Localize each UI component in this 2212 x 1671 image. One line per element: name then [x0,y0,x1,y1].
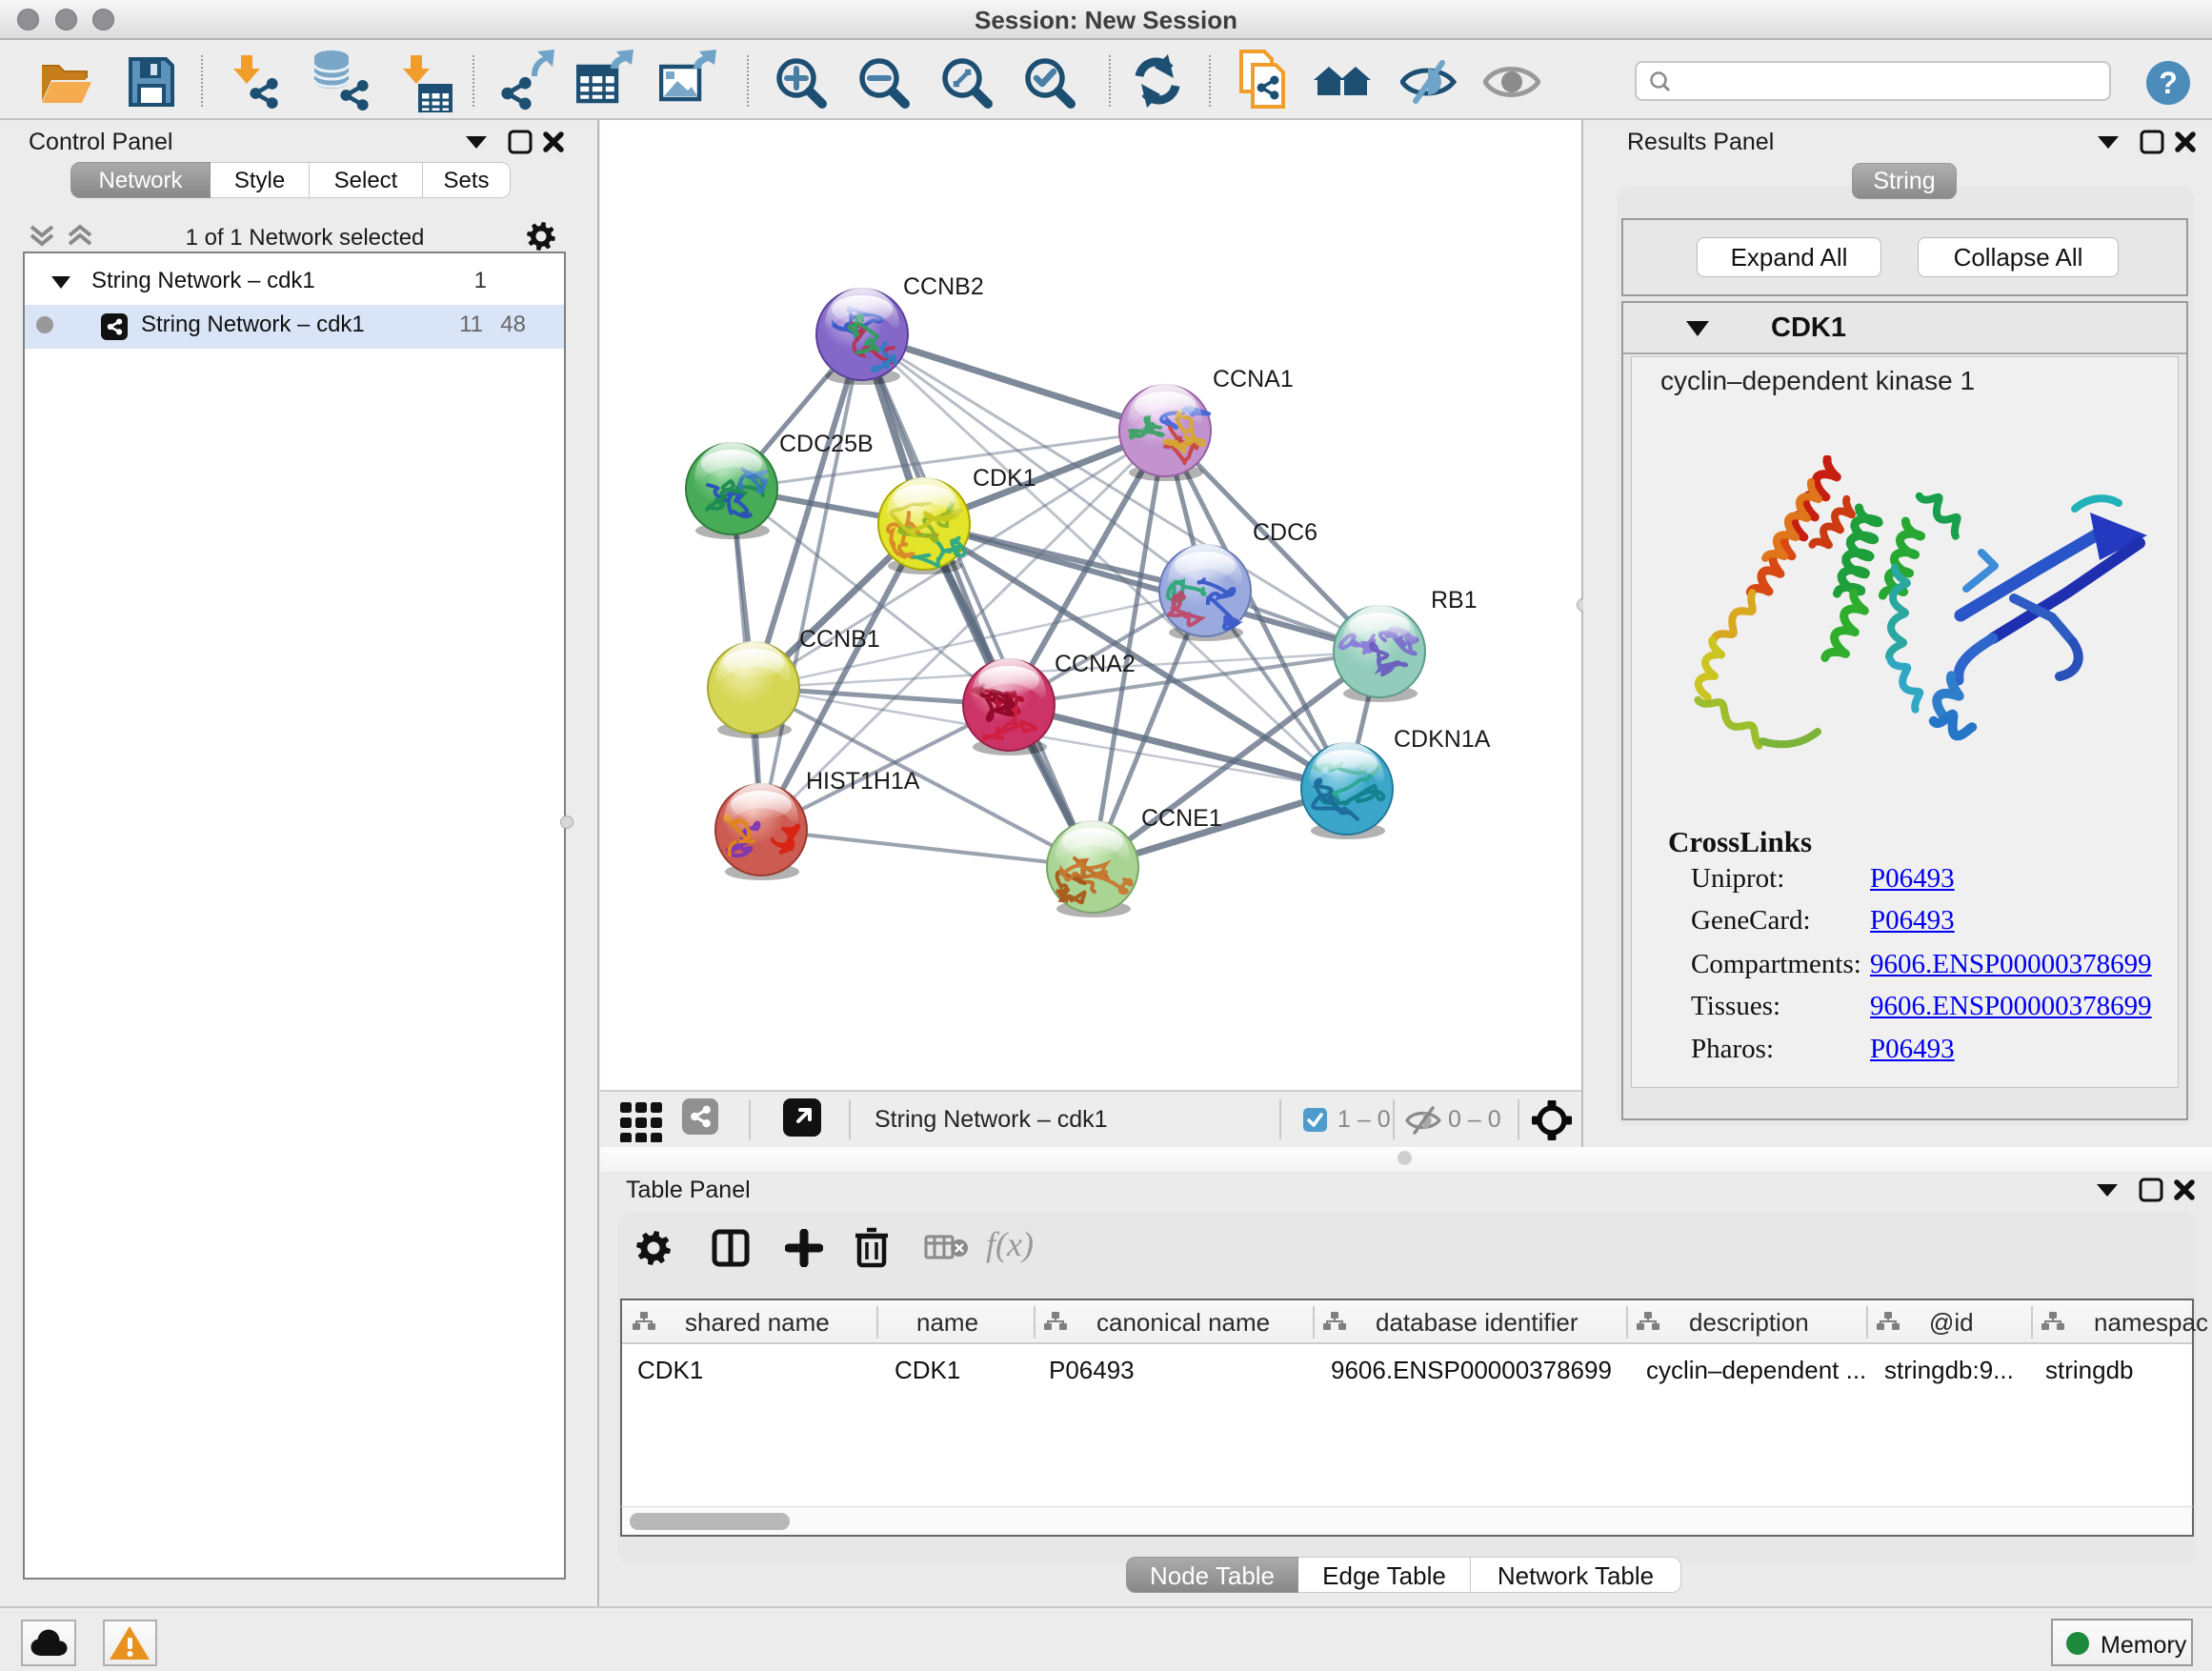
svg-text:CCNA1: CCNA1 [1213,366,1294,393]
svg-text:CCNB2: CCNB2 [903,273,984,300]
svg-text:RB1: RB1 [1431,587,1478,614]
svg-text:CDC25B: CDC25B [779,431,874,457]
svg-text:CDKN1A: CDKN1A [1394,726,1491,753]
svg-text:CDK1: CDK1 [973,465,1036,492]
svg-text:CCNA2: CCNA2 [1055,651,1136,677]
svg-text:CCNB1: CCNB1 [799,626,880,653]
svg-text:CDC6: CDC6 [1253,519,1317,546]
svg-text:HIST1H1A: HIST1H1A [806,768,920,795]
svg-text:CCNE1: CCNE1 [1141,805,1222,832]
